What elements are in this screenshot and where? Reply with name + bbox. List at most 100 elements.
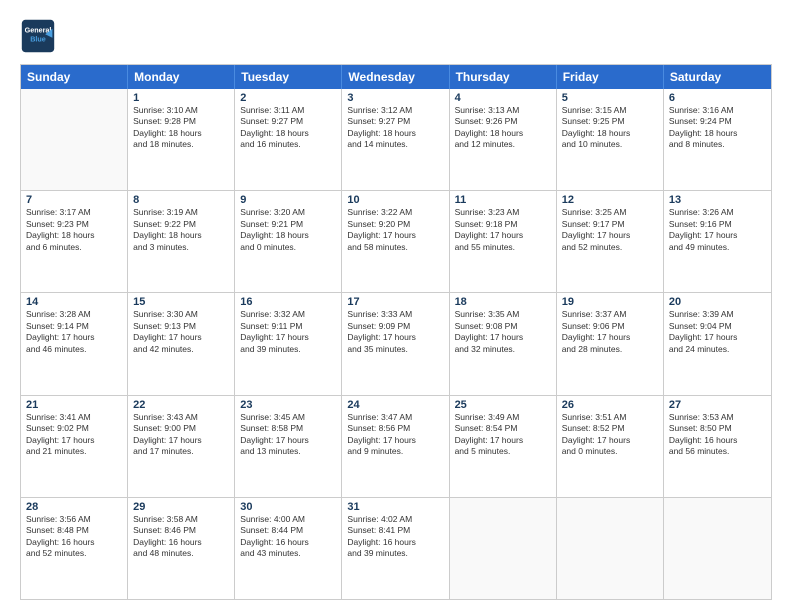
- day-info: Sunrise: 3:49 AM Sunset: 8:54 PM Dayligh…: [455, 412, 551, 458]
- calendar-row-3: 14Sunrise: 3:28 AM Sunset: 9:14 PM Dayli…: [21, 292, 771, 394]
- day-info: Sunrise: 3:35 AM Sunset: 9:08 PM Dayligh…: [455, 309, 551, 355]
- svg-text:Blue: Blue: [30, 34, 46, 43]
- calendar-cell: 6Sunrise: 3:16 AM Sunset: 9:24 PM Daylig…: [664, 89, 771, 190]
- day-number: 21: [26, 399, 122, 411]
- logo: General Blue: [20, 18, 56, 54]
- calendar-cell: 10Sunrise: 3:22 AM Sunset: 9:20 PM Dayli…: [342, 191, 449, 292]
- day-info: Sunrise: 3:28 AM Sunset: 9:14 PM Dayligh…: [26, 309, 122, 355]
- day-number: 17: [347, 296, 443, 308]
- day-number: 7: [26, 194, 122, 206]
- day-info: Sunrise: 3:15 AM Sunset: 9:25 PM Dayligh…: [562, 105, 658, 151]
- day-number: 13: [669, 194, 766, 206]
- calendar-body: 1Sunrise: 3:10 AM Sunset: 9:28 PM Daylig…: [21, 89, 771, 599]
- day-number: 27: [669, 399, 766, 411]
- calendar-cell: 21Sunrise: 3:41 AM Sunset: 9:02 PM Dayli…: [21, 396, 128, 497]
- calendar-cell: 17Sunrise: 3:33 AM Sunset: 9:09 PM Dayli…: [342, 293, 449, 394]
- day-number: 9: [240, 194, 336, 206]
- weekday-header-sunday: Sunday: [21, 65, 128, 89]
- day-number: 18: [455, 296, 551, 308]
- day-info: Sunrise: 3:43 AM Sunset: 9:00 PM Dayligh…: [133, 412, 229, 458]
- day-number: 20: [669, 296, 766, 308]
- calendar-cell: 28Sunrise: 3:56 AM Sunset: 8:48 PM Dayli…: [21, 498, 128, 599]
- calendar-cell: 5Sunrise: 3:15 AM Sunset: 9:25 PM Daylig…: [557, 89, 664, 190]
- calendar-row-2: 7Sunrise: 3:17 AM Sunset: 9:23 PM Daylig…: [21, 190, 771, 292]
- day-info: Sunrise: 3:20 AM Sunset: 9:21 PM Dayligh…: [240, 207, 336, 253]
- day-number: 3: [347, 92, 443, 104]
- day-info: Sunrise: 3:25 AM Sunset: 9:17 PM Dayligh…: [562, 207, 658, 253]
- day-info: Sunrise: 3:26 AM Sunset: 9:16 PM Dayligh…: [669, 207, 766, 253]
- calendar-cell: 13Sunrise: 3:26 AM Sunset: 9:16 PM Dayli…: [664, 191, 771, 292]
- day-number: 14: [26, 296, 122, 308]
- day-number: 29: [133, 501, 229, 513]
- day-number: 6: [669, 92, 766, 104]
- day-info: Sunrise: 3:17 AM Sunset: 9:23 PM Dayligh…: [26, 207, 122, 253]
- day-info: Sunrise: 3:32 AM Sunset: 9:11 PM Dayligh…: [240, 309, 336, 355]
- calendar-cell: 27Sunrise: 3:53 AM Sunset: 8:50 PM Dayli…: [664, 396, 771, 497]
- calendar-cell: 15Sunrise: 3:30 AM Sunset: 9:13 PM Dayli…: [128, 293, 235, 394]
- calendar-cell: 23Sunrise: 3:45 AM Sunset: 8:58 PM Dayli…: [235, 396, 342, 497]
- calendar-cell: 11Sunrise: 3:23 AM Sunset: 9:18 PM Dayli…: [450, 191, 557, 292]
- day-info: Sunrise: 3:33 AM Sunset: 9:09 PM Dayligh…: [347, 309, 443, 355]
- weekday-header-friday: Friday: [557, 65, 664, 89]
- day-info: Sunrise: 3:39 AM Sunset: 9:04 PM Dayligh…: [669, 309, 766, 355]
- weekday-header-tuesday: Tuesday: [235, 65, 342, 89]
- day-info: Sunrise: 3:12 AM Sunset: 9:27 PM Dayligh…: [347, 105, 443, 151]
- calendar-cell: [450, 498, 557, 599]
- calendar-cell: 3Sunrise: 3:12 AM Sunset: 9:27 PM Daylig…: [342, 89, 449, 190]
- day-info: Sunrise: 3:37 AM Sunset: 9:06 PM Dayligh…: [562, 309, 658, 355]
- day-number: 11: [455, 194, 551, 206]
- calendar-cell: 29Sunrise: 3:58 AM Sunset: 8:46 PM Dayli…: [128, 498, 235, 599]
- weekday-header-thursday: Thursday: [450, 65, 557, 89]
- day-number: 31: [347, 501, 443, 513]
- day-info: Sunrise: 3:45 AM Sunset: 8:58 PM Dayligh…: [240, 412, 336, 458]
- calendar-row-4: 21Sunrise: 3:41 AM Sunset: 9:02 PM Dayli…: [21, 395, 771, 497]
- day-number: 15: [133, 296, 229, 308]
- day-number: 22: [133, 399, 229, 411]
- calendar-cell: 25Sunrise: 3:49 AM Sunset: 8:54 PM Dayli…: [450, 396, 557, 497]
- calendar-cell: 9Sunrise: 3:20 AM Sunset: 9:21 PM Daylig…: [235, 191, 342, 292]
- weekday-header-saturday: Saturday: [664, 65, 771, 89]
- day-number: 2: [240, 92, 336, 104]
- day-info: Sunrise: 3:56 AM Sunset: 8:48 PM Dayligh…: [26, 514, 122, 560]
- day-number: 8: [133, 194, 229, 206]
- day-info: Sunrise: 3:13 AM Sunset: 9:26 PM Dayligh…: [455, 105, 551, 151]
- day-info: Sunrise: 3:19 AM Sunset: 9:22 PM Dayligh…: [133, 207, 229, 253]
- calendar-cell: [557, 498, 664, 599]
- calendar-cell: [664, 498, 771, 599]
- calendar-cell: 31Sunrise: 4:02 AM Sunset: 8:41 PM Dayli…: [342, 498, 449, 599]
- weekday-header-monday: Monday: [128, 65, 235, 89]
- day-number: 26: [562, 399, 658, 411]
- day-number: 19: [562, 296, 658, 308]
- calendar: SundayMondayTuesdayWednesdayThursdayFrid…: [20, 64, 772, 600]
- calendar-row-5: 28Sunrise: 3:56 AM Sunset: 8:48 PM Dayli…: [21, 497, 771, 599]
- day-info: Sunrise: 3:53 AM Sunset: 8:50 PM Dayligh…: [669, 412, 766, 458]
- calendar-cell: 1Sunrise: 3:10 AM Sunset: 9:28 PM Daylig…: [128, 89, 235, 190]
- day-info: Sunrise: 3:41 AM Sunset: 9:02 PM Dayligh…: [26, 412, 122, 458]
- day-number: 24: [347, 399, 443, 411]
- calendar-cell: 7Sunrise: 3:17 AM Sunset: 9:23 PM Daylig…: [21, 191, 128, 292]
- calendar-cell: 8Sunrise: 3:19 AM Sunset: 9:22 PM Daylig…: [128, 191, 235, 292]
- day-info: Sunrise: 3:22 AM Sunset: 9:20 PM Dayligh…: [347, 207, 443, 253]
- day-info: Sunrise: 3:47 AM Sunset: 8:56 PM Dayligh…: [347, 412, 443, 458]
- calendar-cell: 4Sunrise: 3:13 AM Sunset: 9:26 PM Daylig…: [450, 89, 557, 190]
- calendar-cell: 12Sunrise: 3:25 AM Sunset: 9:17 PM Dayli…: [557, 191, 664, 292]
- day-info: Sunrise: 3:10 AM Sunset: 9:28 PM Dayligh…: [133, 105, 229, 151]
- day-number: 25: [455, 399, 551, 411]
- weekday-header-wednesday: Wednesday: [342, 65, 449, 89]
- calendar-cell: 19Sunrise: 3:37 AM Sunset: 9:06 PM Dayli…: [557, 293, 664, 394]
- day-number: 28: [26, 501, 122, 513]
- calendar-cell: 14Sunrise: 3:28 AM Sunset: 9:14 PM Dayli…: [21, 293, 128, 394]
- day-number: 5: [562, 92, 658, 104]
- day-info: Sunrise: 3:16 AM Sunset: 9:24 PM Dayligh…: [669, 105, 766, 151]
- logo-icon: General Blue: [20, 18, 56, 54]
- calendar-cell: 30Sunrise: 4:00 AM Sunset: 8:44 PM Dayli…: [235, 498, 342, 599]
- day-info: Sunrise: 3:58 AM Sunset: 8:46 PM Dayligh…: [133, 514, 229, 560]
- calendar-cell: 24Sunrise: 3:47 AM Sunset: 8:56 PM Dayli…: [342, 396, 449, 497]
- day-number: 12: [562, 194, 658, 206]
- day-info: Sunrise: 3:11 AM Sunset: 9:27 PM Dayligh…: [240, 105, 336, 151]
- calendar-cell: [21, 89, 128, 190]
- day-number: 4: [455, 92, 551, 104]
- day-number: 30: [240, 501, 336, 513]
- day-number: 23: [240, 399, 336, 411]
- day-number: 1: [133, 92, 229, 104]
